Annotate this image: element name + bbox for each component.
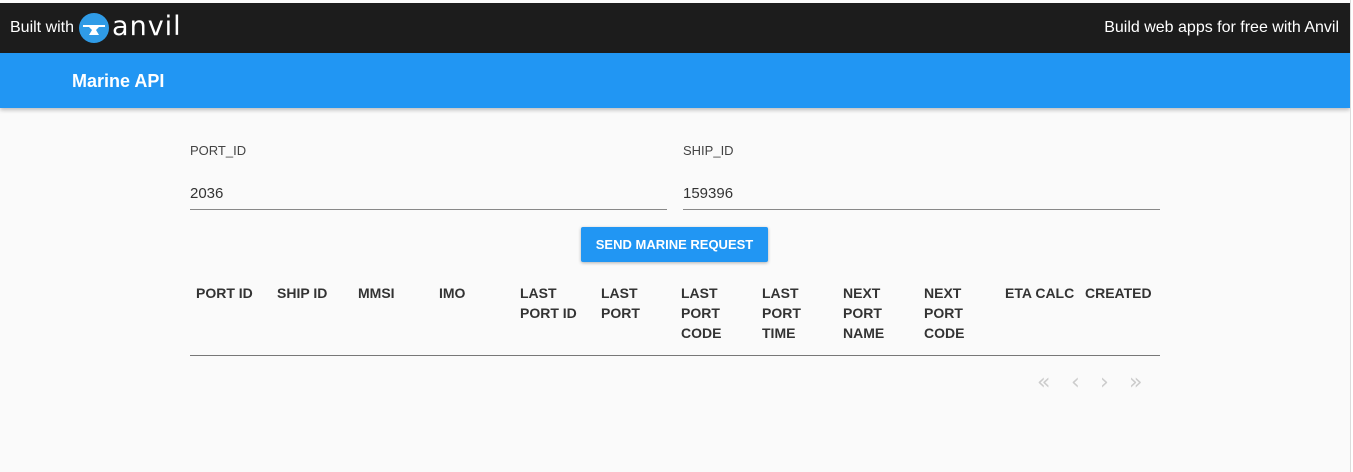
column-header-created: CREATED: [1085, 285, 1152, 301]
column-header-port-id: PORT ID: [196, 285, 253, 301]
ship-id-input[interactable]: [683, 181, 1160, 210]
last-page-icon[interactable]: »: [1129, 371, 1142, 395]
column-header-next-port-code: NEXT PORT CODE: [924, 285, 965, 341]
built-with-label: Built with: [10, 19, 75, 36]
column-header-mmsi: MMSI: [358, 285, 395, 301]
next-page-icon[interactable]: ›: [1100, 371, 1109, 395]
column-header-eta-calc: ETA CALC: [1005, 285, 1075, 301]
anvil-logo: anvil: [78, 10, 182, 44]
built-with-badge[interactable]: Built with anvil: [10, 3, 182, 53]
app-page: Built with anvil Build web apps for free…: [0, 0, 1350, 472]
column-header-imo: IMO: [439, 285, 466, 301]
port-id-field: PORT_ID: [190, 143, 667, 210]
column-header-last-port-code: LAST PORT CODE: [681, 285, 722, 341]
column-header-ship-id: SHIP ID: [277, 285, 328, 301]
port-id-label: PORT_ID: [190, 143, 247, 158]
build-free-link[interactable]: Build web apps for free with Anvil: [1104, 3, 1339, 53]
port-id-input[interactable]: [190, 181, 667, 210]
column-header-last-port-id: LAST PORT ID: [520, 285, 577, 321]
column-header-last-port-time: LAST PORT TIME: [762, 285, 801, 341]
send-marine-request-button[interactable]: SEND MARINE REQUEST: [581, 227, 768, 262]
ship-id-label: SHIP_ID: [683, 143, 734, 158]
column-header-next-port-name: NEXT PORT NAME: [843, 285, 885, 341]
page-title: Marine API: [72, 71, 165, 91]
results-table: PORT ID SHIP ID MMSI IMO LAST PORT ID LA…: [190, 283, 1160, 356]
app-header: Marine API: [0, 53, 1350, 108]
column-header-last-port: LAST PORT: [601, 285, 640, 321]
anvil-logo-icon: [79, 13, 110, 43]
ship-id-field: SHIP_ID: [683, 143, 1160, 210]
first-page-icon[interactable]: «: [1037, 371, 1050, 395]
anvil-wordmark: anvil: [112, 10, 182, 42]
anvil-banner: Built with anvil Build web apps for free…: [0, 3, 1350, 53]
previous-page-icon[interactable]: ‹: [1071, 371, 1080, 395]
